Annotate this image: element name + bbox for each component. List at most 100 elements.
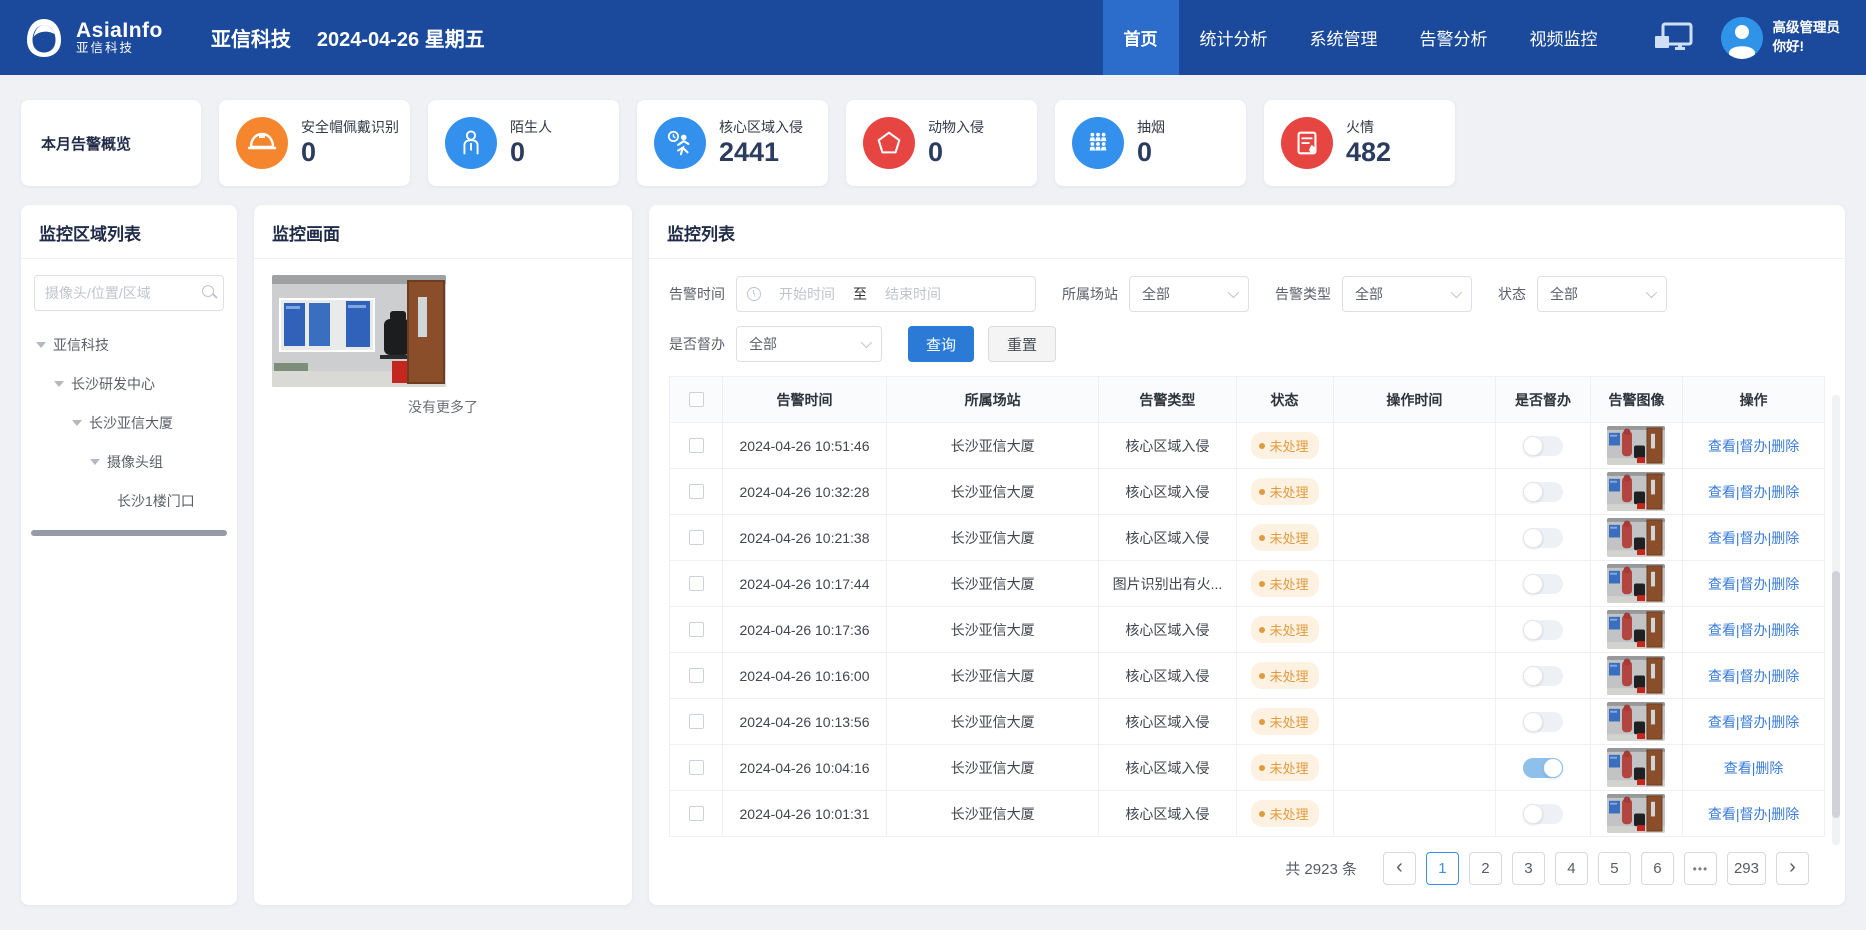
caret-down-icon[interactable] [36, 342, 46, 348]
page-button-6[interactable]: 6 [1641, 852, 1674, 885]
cell-status: 未处理 [1237, 561, 1334, 606]
row-action-link[interactable]: 删除 [1771, 666, 1799, 686]
more-pages-button[interactable]: ••• [1684, 852, 1717, 885]
cell-supervise [1496, 791, 1591, 836]
cell-alarm-image [1591, 423, 1683, 468]
supervise-toggle[interactable] [1523, 482, 1563, 502]
table-header-row: 告警时间 所属场站 告警类型 状态 操作时间 是否督办 告警图像 操作 [670, 377, 1824, 423]
row-checkbox[interactable] [689, 484, 704, 499]
page-button-293[interactable]: 293 [1727, 852, 1766, 885]
row-action-link[interactable]: 查看 [1708, 482, 1736, 502]
caret-down-icon[interactable] [54, 381, 64, 387]
row-action-link[interactable]: 查看 [1708, 436, 1736, 456]
row-action-link[interactable]: 督办 [1740, 666, 1768, 686]
nav-item-home[interactable]: 首页 [1103, 0, 1179, 75]
row-checkbox[interactable] [689, 714, 704, 729]
row-action-link[interactable]: 删除 [1771, 804, 1799, 824]
supervise-toggle[interactable] [1523, 436, 1563, 456]
row-action-link[interactable]: 查看 [1708, 804, 1736, 824]
user-avatar[interactable] [1721, 17, 1763, 59]
caret-down-icon[interactable] [90, 459, 100, 465]
row-checkbox[interactable] [689, 530, 704, 545]
nav-item-statistics[interactable]: 统计分析 [1179, 0, 1289, 75]
row-action-link[interactable]: 督办 [1740, 804, 1768, 824]
row-action-link[interactable]: 督办 [1740, 574, 1768, 594]
row-action-link[interactable]: 查看 [1724, 758, 1752, 778]
row-action-link[interactable]: 查看 [1708, 574, 1736, 594]
tree-node-company[interactable]: 亚信科技 [21, 325, 237, 364]
supervise-toggle[interactable] [1523, 528, 1563, 548]
row-action-link[interactable]: 删除 [1771, 528, 1799, 548]
select-all-checkbox[interactable] [689, 392, 704, 407]
supervise-select[interactable]: 全部 [736, 326, 882, 362]
row-action-link[interactable]: 删除 [1771, 712, 1799, 732]
table-vertical-scrollbar[interactable] [1832, 395, 1840, 845]
tree-node-camera-group[interactable]: 摄像头组 [21, 442, 237, 481]
camera-preview-thumbnail[interactable] [272, 275, 446, 387]
supervise-toggle[interactable] [1523, 758, 1563, 778]
reset-button[interactable]: 重置 [988, 326, 1056, 362]
page-button-4[interactable]: 4 [1555, 852, 1588, 885]
row-checkbox[interactable] [689, 438, 704, 453]
search-icon[interactable] [202, 285, 214, 297]
row-action-link[interactable]: 查看 [1708, 712, 1736, 732]
row-action-link[interactable]: 删除 [1771, 574, 1799, 594]
row-checkbox[interactable] [689, 622, 704, 637]
alarm-type-select[interactable]: 全部 [1342, 276, 1472, 312]
tree-horizontal-scrollbar[interactable] [31, 530, 227, 536]
intrusion-icon [654, 117, 706, 169]
station-select[interactable]: 全部 [1129, 276, 1249, 312]
status-select[interactable]: 全部 [1537, 276, 1667, 312]
nav-item-alarm-analysis[interactable]: 告警分析 [1399, 0, 1509, 75]
alarm-image-thumbnail[interactable] [1607, 426, 1665, 465]
alarm-time-range-picker[interactable]: 至 [736, 276, 1036, 312]
supervise-toggle[interactable] [1523, 712, 1563, 732]
alarm-image-thumbnail[interactable] [1607, 702, 1665, 741]
nav-item-video-monitor[interactable]: 视频监控 [1509, 0, 1619, 75]
camera-search-input[interactable] [34, 275, 224, 311]
row-action-link[interactable]: 删除 [1771, 620, 1799, 640]
tree-node-changsha-asiainfo-building[interactable]: 长沙亚信大厦 [21, 403, 237, 442]
status-label: 状态 [1498, 284, 1526, 304]
row-action-link[interactable]: 查看 [1708, 666, 1736, 686]
row-action-link[interactable]: 督办 [1740, 528, 1768, 548]
page-button-2[interactable]: 2 [1469, 852, 1502, 885]
page-button-3[interactable]: 3 [1512, 852, 1545, 885]
caret-down-icon[interactable] [72, 420, 82, 426]
row-action-link[interactable]: 删除 [1755, 758, 1783, 778]
alarm-image-thumbnail[interactable] [1607, 748, 1665, 787]
row-checkbox[interactable] [689, 668, 704, 683]
row-action-link[interactable]: 删除 [1771, 436, 1799, 456]
monitor-devices-icon[interactable] [1653, 22, 1693, 54]
row-action-link[interactable]: 查看 [1708, 528, 1736, 548]
start-time-input[interactable] [761, 286, 853, 302]
nav-item-system-management[interactable]: 系统管理 [1289, 0, 1399, 75]
row-action-link[interactable]: 督办 [1740, 712, 1768, 732]
page-button-5[interactable]: 5 [1598, 852, 1631, 885]
alarm-image-thumbnail[interactable] [1607, 518, 1665, 557]
search-button[interactable]: 查询 [908, 326, 974, 362]
row-action-link[interactable]: 督办 [1740, 436, 1768, 456]
supervise-toggle[interactable] [1523, 666, 1563, 686]
supervise-toggle[interactable] [1523, 574, 1563, 594]
row-checkbox[interactable] [689, 806, 704, 821]
tree-node-changsha-1f-gate[interactable]: 长沙1楼门口 [21, 481, 237, 520]
tree-node-changsha-rd-center[interactable]: 长沙研发中心 [21, 364, 237, 403]
supervise-toggle[interactable] [1523, 804, 1563, 824]
next-page-button[interactable] [1776, 852, 1809, 885]
row-action-link[interactable]: 督办 [1740, 482, 1768, 502]
end-time-input[interactable] [867, 286, 959, 302]
alarm-image-thumbnail[interactable] [1607, 610, 1665, 649]
row-checkbox[interactable] [689, 760, 704, 775]
alarm-image-thumbnail[interactable] [1607, 472, 1665, 511]
row-action-link[interactable]: 删除 [1771, 482, 1799, 502]
alarm-image-thumbnail[interactable] [1607, 794, 1665, 833]
row-action-link[interactable]: 督办 [1740, 620, 1768, 640]
alarm-image-thumbnail[interactable] [1607, 564, 1665, 603]
row-checkbox[interactable] [689, 576, 704, 591]
alarm-image-thumbnail[interactable] [1607, 656, 1665, 695]
supervise-toggle[interactable] [1523, 620, 1563, 640]
prev-page-button[interactable] [1383, 852, 1416, 885]
row-action-link[interactable]: 查看 [1708, 620, 1736, 640]
page-button-1[interactable]: 1 [1426, 852, 1459, 885]
